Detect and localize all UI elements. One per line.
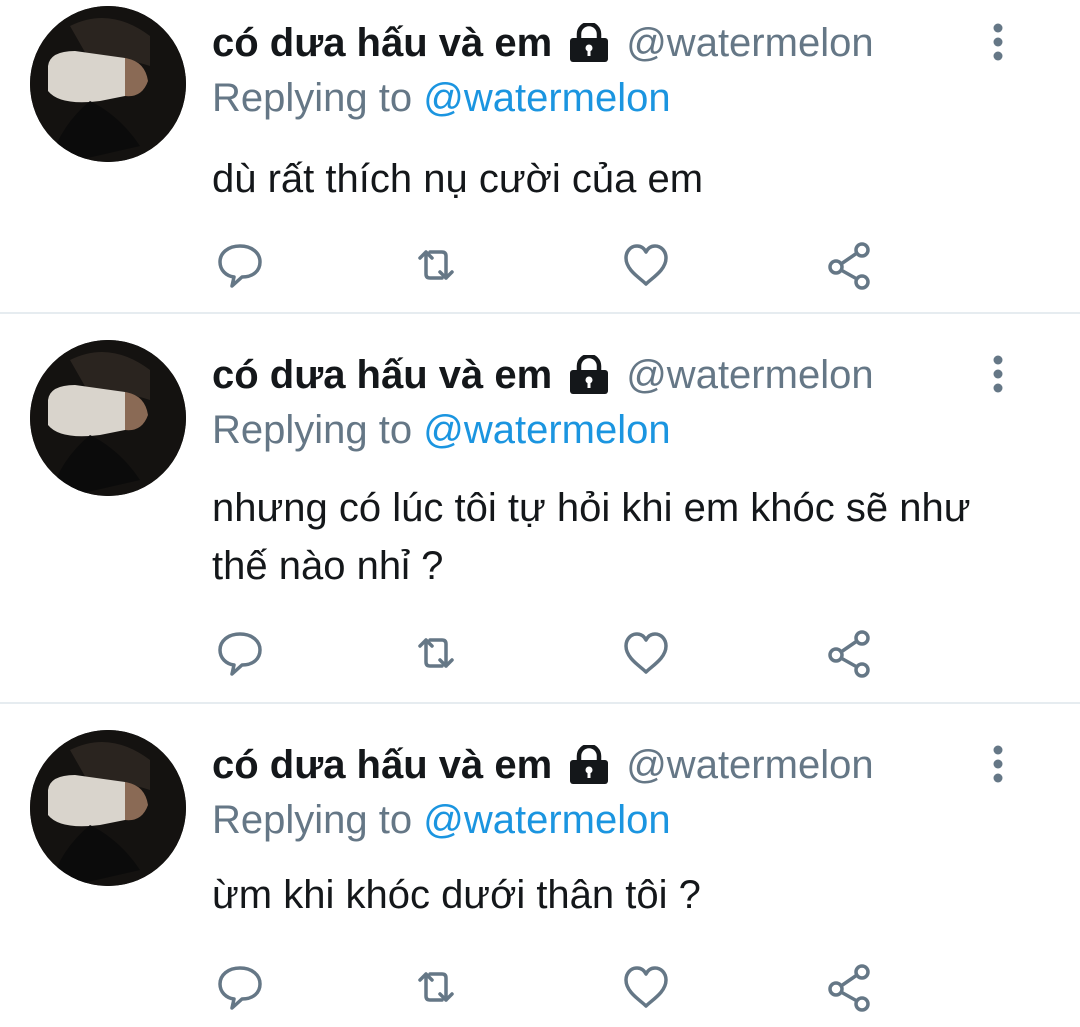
handle[interactable]: @watermelon: [626, 21, 873, 66]
reply-icon[interactable]: [214, 628, 266, 678]
replying-prefix: Replying to: [212, 798, 413, 842]
lock-icon: [566, 743, 612, 785]
handle[interactable]: @watermelon: [626, 353, 873, 398]
share-icon[interactable]: [824, 240, 876, 290]
tweet[interactable]: có dưa hấu và em @watermelon Replying to…: [0, 704, 1080, 1027]
replying-mention[interactable]: @watermelon: [423, 76, 670, 120]
reply-icon[interactable]: [214, 962, 266, 1012]
tweet-text: ừm khi khóc dưới thân tôi ?: [212, 873, 701, 917]
share-icon[interactable]: [824, 962, 876, 1012]
replying-to: Replying to @watermelon: [212, 798, 671, 843]
lock-icon: [566, 353, 612, 395]
action-bar: [212, 628, 892, 678]
more-vertical-icon[interactable]: [980, 744, 1016, 784]
tweet-text: nhưng có lúc tôi tự hỏi khi em khóc sẽ n…: [212, 486, 971, 588]
like-icon[interactable]: [620, 962, 672, 1012]
retweet-icon[interactable]: [410, 628, 462, 678]
more-vertical-icon[interactable]: [980, 22, 1016, 62]
display-name[interactable]: có dưa hấu và em: [212, 743, 552, 788]
share-icon[interactable]: [824, 628, 876, 678]
more-vertical-icon[interactable]: [980, 354, 1016, 394]
avatar[interactable]: [30, 6, 186, 162]
tweet[interactable]: có dưa hấu và em @watermelon Replying to…: [0, 0, 1080, 312]
lock-icon: [566, 21, 612, 63]
avatar[interactable]: [30, 340, 186, 496]
like-icon[interactable]: [620, 240, 672, 290]
replying-to: Replying to @watermelon: [212, 76, 671, 121]
action-bar: [212, 240, 892, 290]
replying-prefix: Replying to: [212, 76, 413, 120]
like-icon[interactable]: [620, 628, 672, 678]
display-name[interactable]: có dưa hấu và em: [212, 21, 552, 66]
tweet-header: có dưa hấu và em @watermelon: [212, 20, 874, 66]
replying-mention[interactable]: @watermelon: [423, 798, 670, 842]
retweet-icon[interactable]: [410, 240, 462, 290]
replying-to: Replying to @watermelon: [212, 408, 671, 453]
display-name[interactable]: có dưa hấu và em: [212, 353, 552, 398]
tweet-header: có dưa hấu và em @watermelon: [212, 352, 874, 398]
replying-prefix: Replying to: [212, 408, 413, 452]
retweet-icon[interactable]: [410, 962, 462, 1012]
tweet-header: có dưa hấu và em @watermelon: [212, 742, 874, 788]
action-bar: [212, 962, 892, 1012]
replying-mention[interactable]: @watermelon: [423, 408, 670, 452]
reply-icon[interactable]: [214, 240, 266, 290]
handle[interactable]: @watermelon: [626, 743, 873, 788]
tweet-text: dù rất thích nụ cười của em: [212, 157, 704, 201]
tweet[interactable]: có dưa hấu và em @watermelon Replying to…: [0, 314, 1080, 702]
avatar[interactable]: [30, 730, 186, 886]
